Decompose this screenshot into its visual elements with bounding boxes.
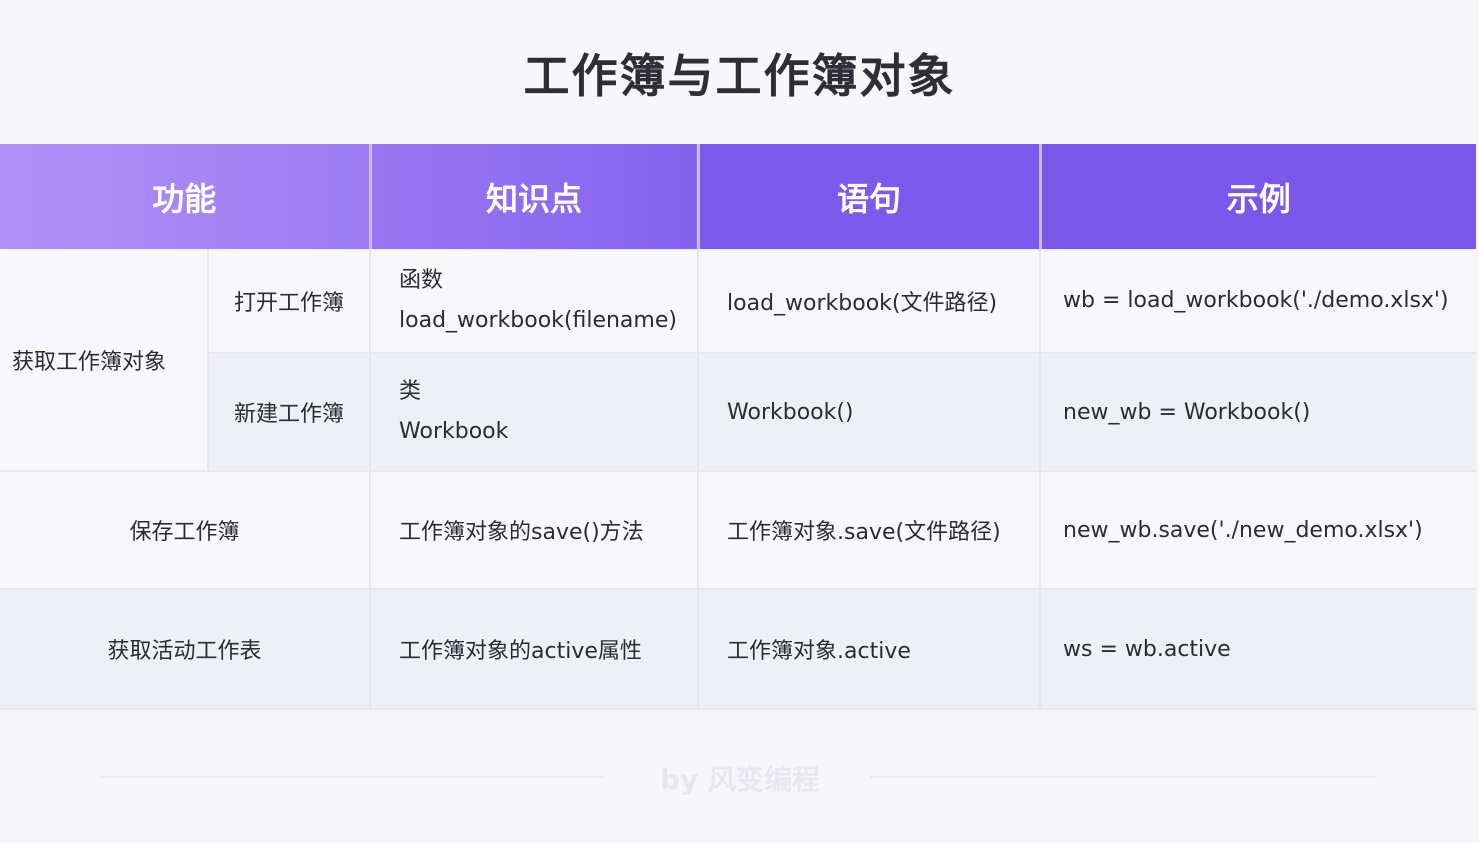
knowledge-cell: 类 Workbook	[370, 353, 700, 472]
header-statement: 语句	[698, 144, 1042, 249]
footer-credit: by 风变编程	[659, 763, 821, 796]
statement-cell: Workbook()	[698, 353, 1042, 472]
header-knowledge: 知识点	[370, 144, 700, 249]
footer-divider-left	[100, 776, 605, 778]
table-row: 保存工作簿 工作簿对象的save()方法 工作簿对象.save(文件路径) ne…	[0, 471, 1477, 590]
table-row: 获取工作簿对象 打开工作簿 函数 load_workbook(filename)…	[0, 249, 1477, 472]
knowledge-cell: 工作簿对象的active属性	[370, 589, 700, 710]
feature-cell: 打开工作簿	[208, 249, 372, 354]
knowledge-cell: 工作簿对象的save()方法	[370, 471, 700, 590]
statement-cell: 工作簿对象.save(文件路径)	[698, 471, 1042, 590]
knowledge-cell: 函数 load_workbook(filename)	[370, 249, 700, 354]
group-label-cell: 获取工作簿对象	[0, 249, 209, 472]
example-cell: new_wb.save('./new_demo.xlsx')	[1040, 471, 1477, 590]
knowledge-type: 类	[399, 379, 422, 404]
table-row: 获取活动工作表 工作簿对象的active属性 工作簿对象.active ws =…	[0, 589, 1477, 710]
table-header-row: 功能 知识点 语句 示例	[0, 144, 1477, 249]
table-row: 新建工作簿 类 Workbook Workbook() new_wb = Wor…	[0, 353, 1477, 472]
header-feature: 功能	[0, 144, 372, 249]
feature-cell: 保存工作簿	[0, 471, 372, 590]
example-cell: ws = wb.active	[1040, 589, 1477, 710]
example-cell: wb = load_workbook('./demo.xlsx')	[1040, 249, 1477, 354]
workbook-table: 功能 知识点 语句 示例 获取工作簿对象 打开工作簿 函数 load_workb…	[0, 144, 1477, 710]
statement-cell: load_workbook(文件路径)	[698, 249, 1042, 354]
knowledge-detail: Workbook	[399, 419, 509, 444]
footer: by 风变编程	[0, 758, 1479, 798]
example-cell: new_wb = Workbook()	[1040, 353, 1477, 472]
statement-cell: 工作簿对象.active	[698, 589, 1042, 710]
knowledge-detail: load_workbook(filename)	[399, 307, 677, 333]
knowledge-type: 函数	[399, 267, 444, 293]
feature-cell: 新建工作簿	[208, 353, 372, 472]
header-example: 示例	[1040, 144, 1477, 249]
page-title: 工作簿与工作簿对象	[523, 49, 956, 103]
footer-divider-right	[870, 776, 1376, 778]
feature-cell: 获取活动工作表	[0, 589, 372, 710]
